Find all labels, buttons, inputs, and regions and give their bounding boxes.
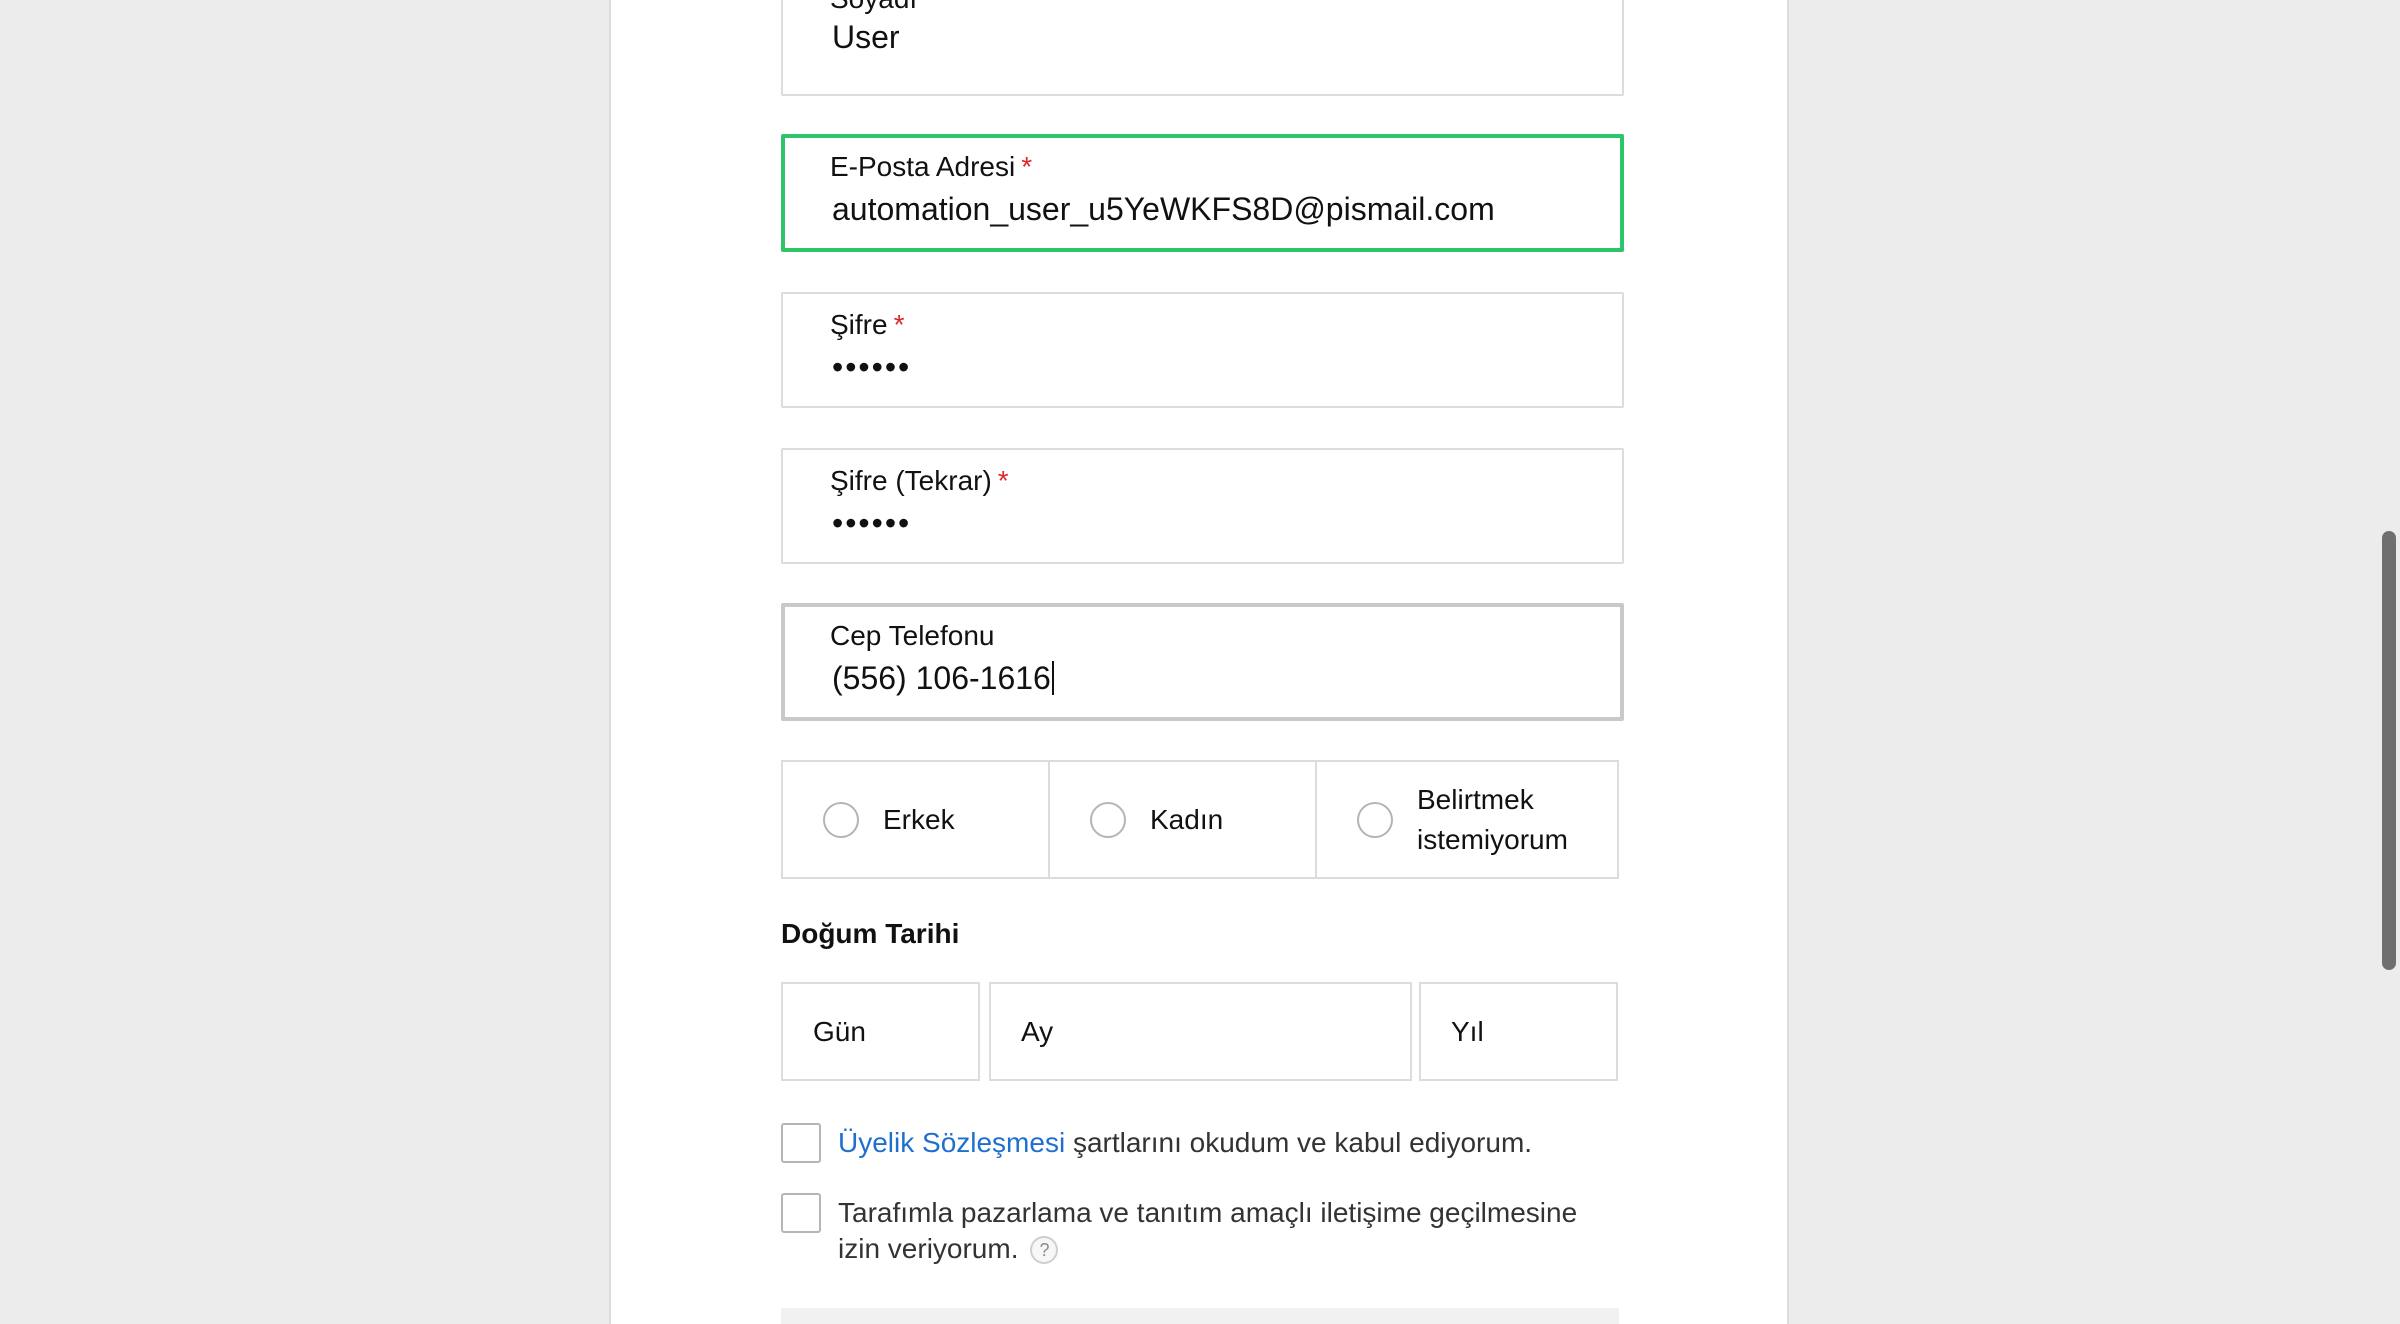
password-repeat-input[interactable]: •••••• [832,504,911,542]
agreement-suffix: şartlarını okudum ve kabul ediyorum. [1072,1127,1533,1158]
password-field[interactable]: Şifre * •••••• [781,292,1624,408]
surname-field[interactable]: Soyadı* User [781,0,1624,96]
birth-year-placeholder: Yıl [1451,1015,1484,1047]
question-mark-icon[interactable]: ? [1030,1236,1059,1264]
password-input[interactable]: •••••• [832,348,911,386]
text-caret [1051,661,1054,695]
gender-radio-group: Erkek Kadın Belirtmek istemiyorum [781,760,1619,879]
birth-day-placeholder: Gün [813,1015,866,1047]
password-repeat-label: Şifre (Tekrar) * [830,465,1009,496]
phone-input[interactable]: (556) 106-1616 [832,659,1054,697]
agreement-text: Üyelik Sözleşmesi şartlarını okudum ve k… [838,1125,1618,1161]
email-input[interactable]: automation_user_u5YeWKFS8D@pismail.com [832,190,1495,228]
required-mark: * [893,309,905,340]
gender-label-male: Erkek [883,803,955,835]
phone-field[interactable]: Cep Telefonu (556) 106-1616 [781,603,1624,721]
required-mark: * [923,0,934,14]
birth-day-select[interactable]: Gün [781,982,980,1081]
submit-area-edge [781,1308,1619,1324]
membership-agreement-link[interactable]: Üyelik Sözleşmesi [838,1127,1065,1158]
surname-input[interactable]: User [832,18,900,56]
birth-year-select[interactable]: Yıl [1419,982,1618,1081]
gender-label-female: Kadın [1150,803,1224,835]
surname-label: Soyadı* [830,0,934,16]
radio-circle-icon[interactable] [1357,801,1393,838]
required-mark: * [997,465,1009,496]
gender-option-male[interactable]: Erkek [783,762,1048,877]
password-label: Şifre * [830,309,905,340]
email-field[interactable]: E-Posta Adresi * automation_user_u5YeWKFS… [781,134,1624,252]
radio-circle-icon[interactable] [823,801,859,838]
marketing-consent-checkbox[interactable] [781,1193,821,1233]
birth-date-title: Doğum Tarihi [781,918,960,949]
phone-label: Cep Telefonu [830,620,995,651]
gender-option-unspecified[interactable]: Belirtmek istemiyorum [1315,762,1617,877]
required-mark: * [1021,151,1033,182]
password-repeat-field[interactable]: Şifre (Tekrar) * •••••• [781,448,1624,564]
scrollbar-thumb[interactable] [2382,531,2396,970]
phone-value: (556) 106-1616 [832,660,1051,696]
birth-month-placeholder: Ay [1021,1015,1054,1047]
radio-circle-icon[interactable] [1090,801,1126,838]
gender-label-unspecified: Belirtmek istemiyorum [1417,783,1568,855]
birth-month-select[interactable]: Ay [989,982,1412,1081]
email-label: E-Posta Adresi * [830,151,1033,182]
gender-option-female[interactable]: Kadın [1048,762,1315,877]
marketing-consent-label: Tarafımla pazarlama ve tanıtım amaçlı il… [838,1197,1578,1264]
agreement-checkbox[interactable] [781,1123,821,1163]
marketing-consent-text: Tarafımla pazarlama ve tanıtım amaçlı il… [838,1195,1618,1267]
